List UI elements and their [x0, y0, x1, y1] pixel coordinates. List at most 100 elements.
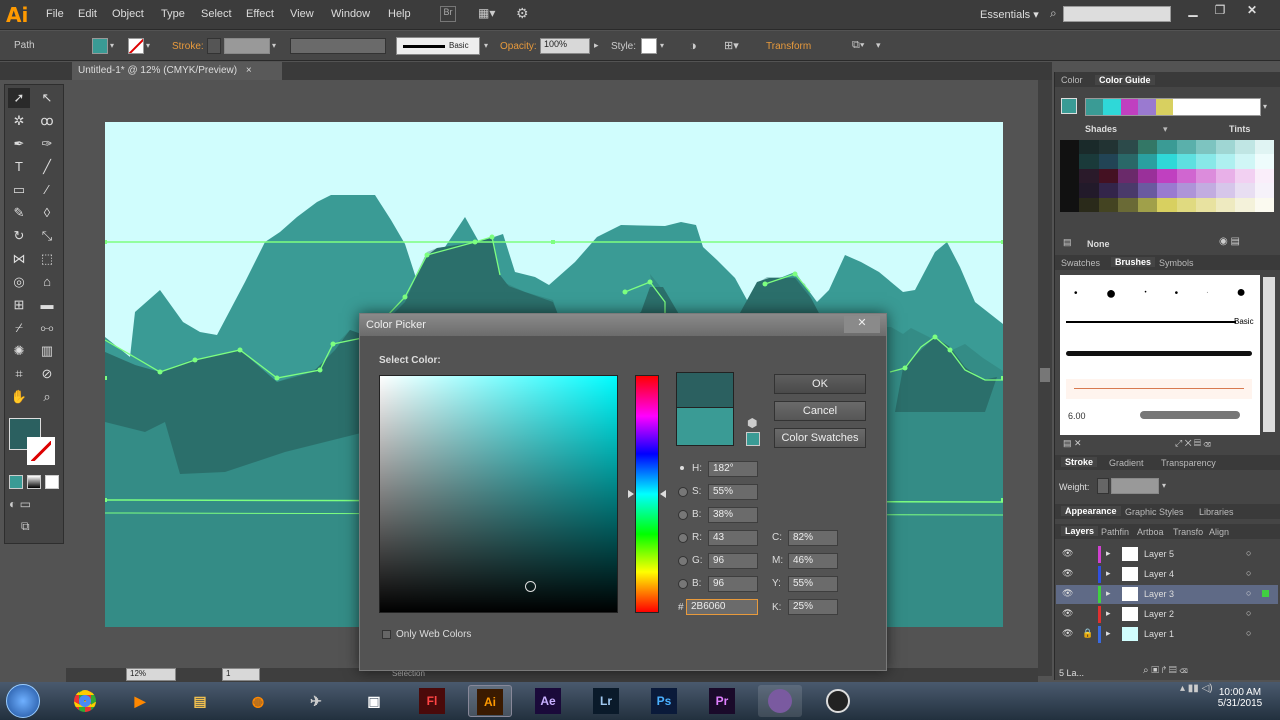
- hue-slider-right-arrow[interactable]: [660, 490, 666, 498]
- workspace-switcher[interactable]: Essentials ▾: [980, 8, 1039, 21]
- only-web-colors-checkbox[interactable]: [382, 630, 391, 639]
- brush-actions-icon[interactable]: ⤢ ✕ ▤ ⌫: [1175, 438, 1211, 449]
- h-field[interactable]: 182°: [708, 461, 758, 477]
- chevron-down-icon[interactable]: ▾: [660, 41, 664, 50]
- tab-symbols[interactable]: Symbols: [1159, 258, 1194, 268]
- help-search-input[interactable]: [1063, 6, 1171, 22]
- swatch-libraries-icon[interactable]: ▤: [1063, 237, 1072, 248]
- align-icon[interactable]: ⊞▾: [724, 39, 739, 52]
- charcoal-brush-stroke[interactable]: [1066, 351, 1252, 356]
- eye-icon[interactable]: 👁: [1062, 588, 1073, 599]
- s-radio[interactable]: [678, 487, 688, 497]
- y-field[interactable]: 55%: [788, 576, 838, 592]
- screen-recorder-icon[interactable]: ▣: [352, 685, 396, 717]
- tab-close-icon[interactable]: ×: [246, 65, 252, 76]
- k-field[interactable]: 25%: [788, 599, 838, 615]
- lightroom-taskbar-icon[interactable]: Lr: [584, 685, 628, 717]
- transform-link[interactable]: Transform: [766, 41, 811, 52]
- selected-brush-row[interactable]: [1066, 379, 1252, 399]
- out-of-gamut-icon[interactable]: ⬢: [747, 416, 757, 430]
- gradient-mode-icon[interactable]: [27, 475, 41, 489]
- tab-layers[interactable]: Layers: [1061, 526, 1099, 536]
- chevron-down-icon[interactable]: ▾: [1163, 124, 1168, 135]
- tab-align[interactable]: Align: [1209, 527, 1229, 537]
- s-field[interactable]: 55%: [708, 484, 758, 500]
- column-graph-tool-icon[interactable]: ▥: [36, 341, 58, 361]
- lock-icon[interactable]: 🔒: [1082, 628, 1093, 639]
- mesh-tool-icon[interactable]: ⊞: [8, 295, 30, 315]
- fill-swatch[interactable]: [92, 38, 108, 54]
- chevron-down-icon[interactable]: ▾: [1162, 481, 1166, 490]
- panel-menu-icon[interactable]: ▾: [876, 40, 881, 51]
- g-field[interactable]: 96: [708, 553, 758, 569]
- hue-slider[interactable]: [635, 375, 659, 613]
- zoom-tool-icon[interactable]: ⌕: [36, 387, 58, 407]
- brush-definition[interactable]: Basic: [396, 37, 480, 55]
- target-icon[interactable]: ○: [1246, 588, 1251, 598]
- artboard-field[interactable]: 1: [222, 668, 260, 681]
- b-field[interactable]: 38%: [708, 507, 758, 523]
- photoshop-taskbar-icon[interactable]: Ps: [642, 685, 686, 717]
- layer-name[interactable]: Layer 5: [1144, 549, 1174, 559]
- layer-name[interactable]: Layer 3: [1144, 589, 1174, 599]
- brushes-scrollbar[interactable]: [1263, 277, 1275, 432]
- direct-selection-tool-icon[interactable]: ↖: [36, 88, 58, 108]
- color-mode-icon[interactable]: [9, 475, 23, 489]
- target-icon[interactable]: ○: [1246, 608, 1251, 618]
- layers-actions-icon[interactable]: ⌕ ▣ ↱ ▤ ⌫: [1143, 665, 1187, 676]
- magic-wand-tool-icon[interactable]: ✲: [8, 111, 30, 131]
- gun-app-icon[interactable]: ✈: [294, 685, 338, 717]
- tab-transform[interactable]: Transfo: [1173, 527, 1203, 537]
- recolor-artwork-icon[interactable]: ◑: [689, 38, 697, 53]
- document-tab[interactable]: Untitled-1* @ 12% (CMYK/Preview) ×: [72, 62, 282, 80]
- zoom-field[interactable]: 12%: [126, 668, 176, 681]
- artboard-tool-icon[interactable]: ⌗: [8, 364, 30, 384]
- graphic-style-swatch[interactable]: [641, 38, 657, 54]
- b-radio[interactable]: [678, 510, 688, 520]
- tab-stroke[interactable]: Stroke: [1061, 457, 1098, 467]
- free-transform-tool-icon[interactable]: ⬚: [36, 249, 58, 269]
- selection-indicator[interactable]: [1262, 590, 1269, 597]
- expand-arrow-icon[interactable]: ▸: [1106, 628, 1111, 639]
- arrange-documents-icon[interactable]: ▦▾: [478, 6, 500, 22]
- hue-slider-left-arrow[interactable]: [628, 490, 634, 498]
- saturation-brightness-field[interactable]: [379, 375, 618, 613]
- expand-arrow-icon[interactable]: ▸: [1106, 548, 1111, 559]
- restore-icon[interactable]: ❐: [1210, 3, 1230, 21]
- color-variations-grid[interactable]: [1060, 140, 1274, 212]
- expand-arrow-icon[interactable]: ▸: [1106, 588, 1111, 599]
- menu-edit[interactable]: Edit: [78, 8, 97, 20]
- variable-width-profile[interactable]: [290, 38, 386, 54]
- stroke-label[interactable]: Stroke:: [172, 41, 204, 52]
- eye-icon[interactable]: 👁: [1062, 608, 1073, 619]
- m-field[interactable]: 46%: [788, 553, 838, 569]
- menu-help[interactable]: Help: [388, 8, 411, 20]
- calligraphic-brushes-row[interactable]: • ● • • · ●: [1060, 279, 1260, 307]
- chevron-down-icon[interactable]: ▾: [146, 41, 150, 50]
- basic-brush-stroke[interactable]: [1066, 321, 1236, 323]
- menu-window[interactable]: Window: [331, 8, 370, 20]
- torrent-client-icon[interactable]: [758, 685, 802, 717]
- pen-tool-icon[interactable]: ✒: [8, 134, 30, 154]
- tab-artboards[interactable]: Artboa: [1137, 527, 1164, 537]
- symbol-sprayer-tool-icon[interactable]: ✺: [8, 341, 30, 361]
- after-effects-taskbar-icon[interactable]: Ae: [526, 685, 570, 717]
- rectangle-tool-icon[interactable]: ▭: [8, 180, 30, 200]
- color-marker[interactable]: [525, 581, 536, 592]
- scrollbar-thumb[interactable]: [1040, 368, 1050, 382]
- tab-appearance[interactable]: Appearance: [1061, 506, 1121, 516]
- menu-select[interactable]: Select: [201, 8, 232, 20]
- pencil-tool-icon[interactable]: ✎: [8, 203, 30, 223]
- premiere-taskbar-icon[interactable]: Pr: [700, 685, 744, 717]
- weight-stepper[interactable]: [1097, 478, 1109, 494]
- menu-file[interactable]: File: [46, 8, 64, 20]
- g-radio[interactable]: [678, 556, 688, 566]
- tab-graphic-styles[interactable]: Graphic Styles: [1125, 507, 1184, 517]
- ok-button[interactable]: OK: [774, 374, 866, 394]
- file-explorer-icon[interactable]: ▤: [178, 685, 222, 717]
- r-field[interactable]: 43: [708, 530, 758, 546]
- width-tool-icon[interactable]: ⋈: [8, 249, 30, 269]
- paintbrush-tool-icon[interactable]: ⁄: [36, 180, 58, 200]
- original-color-preview[interactable]: [676, 408, 734, 446]
- expand-arrow-icon[interactable]: ▸: [1106, 608, 1111, 619]
